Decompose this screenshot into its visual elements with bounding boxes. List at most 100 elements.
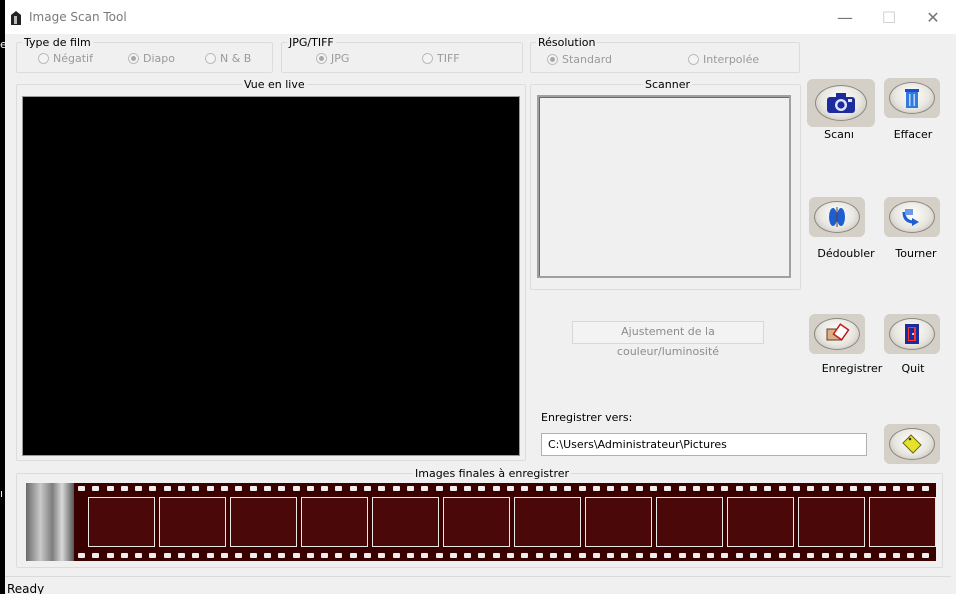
- radio-circle: [205, 53, 216, 64]
- scanner-preview: [537, 95, 791, 278]
- film-frame-slot[interactable]: [443, 497, 510, 547]
- film-perforation: [464, 553, 471, 558]
- radio-standard[interactable]: Standard: [547, 53, 612, 66]
- film-perforation: [421, 553, 428, 558]
- film-perforation: [736, 553, 743, 558]
- quit-button[interactable]: [884, 314, 940, 354]
- close-button[interactable]: ✕: [910, 5, 956, 31]
- film-perforation: [564, 486, 571, 491]
- color-brightness-adjust-button[interactable]: Ajustement de la couleur/luminosité: [572, 321, 764, 358]
- film-perforation: [707, 553, 714, 558]
- film-perforation: [207, 553, 214, 558]
- maximize-button[interactable]: ☐: [866, 5, 912, 31]
- film-frame-slot[interactable]: [88, 497, 155, 547]
- film-perforation: [864, 486, 871, 491]
- film-perforation: [607, 486, 614, 491]
- film-perforation: [250, 486, 257, 491]
- film-perforation: [593, 553, 600, 558]
- film-perforation: [579, 486, 586, 491]
- film-frame-slot[interactable]: [230, 497, 297, 547]
- rotate-icon: [889, 201, 935, 233]
- clear-button[interactable]: [884, 78, 940, 118]
- film-perforation: [507, 553, 514, 558]
- film-frame-slot[interactable]: [159, 497, 226, 547]
- film-perforation: [693, 486, 700, 491]
- clear-button-label: Effacer: [893, 128, 933, 141]
- film-perforation: [350, 486, 357, 491]
- film-perforation: [550, 553, 557, 558]
- film-perforation: [293, 486, 300, 491]
- scanner-label: Scanner: [643, 78, 693, 91]
- film-perforation: [278, 486, 285, 491]
- radio-negatif[interactable]: Négatif: [38, 52, 93, 65]
- film-perforation: [922, 553, 929, 558]
- film-perforation: [693, 553, 700, 558]
- film-perforation: [378, 486, 385, 491]
- film-perforation: [364, 486, 371, 491]
- film-perforation: [307, 553, 314, 558]
- film-perforation: [278, 553, 285, 558]
- film-perforation: [178, 486, 185, 491]
- film-perforation: [650, 553, 657, 558]
- film-frame-slot[interactable]: [656, 497, 723, 547]
- film-perforation: [536, 486, 543, 491]
- save-button[interactable]: [809, 314, 865, 354]
- tag-icon: [889, 428, 935, 460]
- window-border: [0, 0, 5, 594]
- radio-label: JPG: [331, 52, 350, 65]
- film-perforation: [550, 486, 557, 491]
- minimize-button[interactable]: —: [822, 5, 868, 31]
- film-perforation: [192, 553, 199, 558]
- browse-folder-button[interactable]: [884, 424, 940, 464]
- film-perforation: [421, 486, 428, 491]
- film-perforation: [721, 553, 728, 558]
- radio-label: N & B: [220, 52, 252, 65]
- film-perforation: [235, 486, 242, 491]
- radio-interpolee[interactable]: Interpolée: [688, 53, 759, 66]
- film-perforation: [507, 486, 514, 491]
- film-perforation: [864, 553, 871, 558]
- film-perforation: [293, 553, 300, 558]
- title-bar[interactable]: Image Scan Tool — ☐ ✕: [0, 0, 956, 34]
- film-perforation: [807, 553, 814, 558]
- radio-circle-checked: [316, 53, 327, 64]
- film-perforation: [893, 486, 900, 491]
- film-perforation: [493, 553, 500, 558]
- radio-n-et-b[interactable]: N & B: [205, 52, 251, 65]
- rotate-button-label: Tourner: [895, 247, 937, 260]
- film-perforation: [793, 486, 800, 491]
- split-button[interactable]: [809, 197, 865, 237]
- film-type-label: Type de film: [22, 36, 93, 49]
- film-perforation: [393, 553, 400, 558]
- scan-button[interactable]: [807, 79, 875, 127]
- film-perforation: [579, 553, 586, 558]
- film-frame-slot[interactable]: [372, 497, 439, 547]
- film-perforation: [192, 486, 199, 491]
- radio-diapo[interactable]: Diapo: [128, 52, 175, 65]
- film-frame-slot[interactable]: [869, 497, 936, 547]
- film-perforation: [621, 553, 628, 558]
- rotate-button[interactable]: [884, 197, 940, 237]
- status-text: Ready: [7, 582, 45, 594]
- film-perforation: [907, 553, 914, 558]
- radio-label: Diapo: [143, 52, 175, 65]
- film-frame-slot[interactable]: [585, 497, 652, 547]
- exit-door-icon: [889, 318, 935, 350]
- film-perforation: [264, 553, 271, 558]
- save-path-field[interactable]: C:\Users\Administrateur\Pictures: [541, 433, 867, 456]
- film-perforation: [450, 553, 457, 558]
- film-frame-slot[interactable]: [514, 497, 581, 547]
- radio-circle-checked: [547, 54, 558, 65]
- film-perforation: [764, 553, 771, 558]
- film-perforation: [207, 486, 214, 491]
- film-perforation: [922, 486, 929, 491]
- film-frame-slot[interactable]: [798, 497, 865, 547]
- radio-tiff[interactable]: TIFF: [422, 52, 460, 65]
- film-frame-slot[interactable]: [301, 497, 368, 547]
- film-perforation: [707, 486, 714, 491]
- film-perforation: [478, 553, 485, 558]
- film-frame-slot[interactable]: [727, 497, 794, 547]
- film-perforation: [779, 486, 786, 491]
- film-perforation: [564, 553, 571, 558]
- radio-jpg[interactable]: JPG: [316, 52, 349, 65]
